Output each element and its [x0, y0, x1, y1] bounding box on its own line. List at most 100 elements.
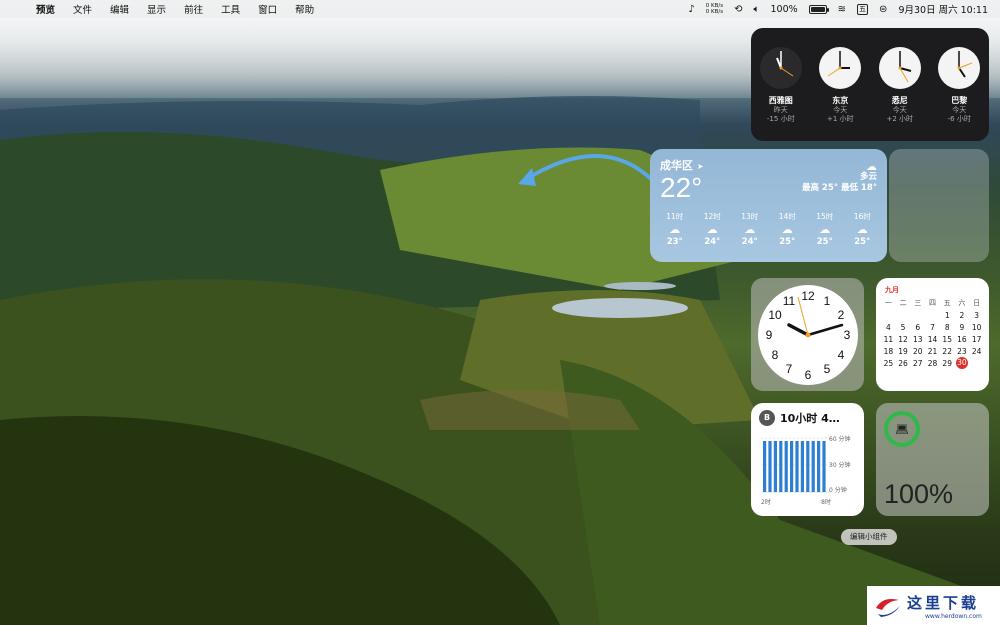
calendar-day[interactable]: 7: [925, 323, 940, 332]
calendar-day[interactable]: 27: [910, 359, 925, 369]
screen-time-bar: [763, 441, 767, 492]
menu-go[interactable]: 前往: [175, 2, 212, 16]
time-machine-icon[interactable]: ⟲: [734, 4, 742, 15]
screen-time-bar: [773, 441, 777, 492]
calendar-day[interactable]: 12: [896, 335, 911, 344]
menu-window[interactable]: 窗口: [249, 2, 286, 16]
calendar-today[interactable]: 30: [955, 357, 968, 369]
world-clock-city: 东京: [832, 96, 849, 105]
calendar-weekday: 一: [884, 299, 892, 307]
calendar-day[interactable]: 13: [910, 335, 925, 344]
calendar-widget[interactable]: 九月 一二三四五六日 1 2 3 4 5 6 7 8 9 10 11 12 13 14 15 16 17 18 19 2…: [876, 278, 989, 391]
drag-arrow: [518, 154, 652, 186]
location-arrow-icon: ➤: [696, 162, 704, 171]
calendar-day[interactable]: 15: [940, 335, 955, 344]
screen-time-bar: [822, 441, 826, 492]
menu-file[interactable]: 文件: [64, 2, 101, 16]
calendar-day[interactable]: 28: [925, 359, 940, 369]
calendar-day[interactable]: 2: [955, 311, 970, 320]
calendar-day[interactable]: 10: [969, 323, 984, 332]
calendar-grid: 一二三四五六日 1 2 3 4 5 6 7 8 9 10 11 12 13 14 15 16 17 18 19 20 21…: [881, 298, 984, 369]
menu-view[interactable]: 显示: [138, 2, 175, 16]
cloud-icon: ☁: [819, 223, 831, 236]
menu-help[interactable]: 帮助: [286, 2, 323, 16]
world-clock-city: 西雅图: [768, 96, 793, 105]
site-watermark: 这里下载 www.herdown.com: [867, 586, 1000, 625]
menu-tools[interactable]: 工具: [212, 2, 249, 16]
hour-temp: 25°: [854, 237, 871, 247]
calendar-day[interactable]: 14: [925, 335, 940, 344]
menu-edit[interactable]: 编辑: [101, 2, 138, 16]
calendar-day[interactable]: 25: [881, 359, 896, 369]
calendar-day[interactable]: 16: [955, 335, 970, 344]
watermark-logo-icon: [876, 598, 900, 617]
calendar-day[interactable]: 9: [955, 323, 970, 332]
cloud-icon: ☁: [669, 223, 681, 236]
cloud-icon: ☁: [781, 223, 793, 236]
calendar-day[interactable]: 19: [896, 347, 911, 356]
volume-icon[interactable]: 🔈︎: [753, 4, 759, 15]
control-center-icon[interactable]: ⊜: [879, 4, 887, 15]
world-clock-day: 今天: [892, 106, 907, 114]
battery-widget-percent: 100%: [884, 479, 954, 509]
calendar-day[interactable]: 22: [940, 347, 955, 356]
hour-temp: 24°: [704, 237, 721, 247]
calendar-weekday: 六: [958, 299, 966, 307]
calendar-day[interactable]: 6: [910, 323, 925, 332]
svg-text:6: 6: [804, 368, 811, 382]
calendar-day[interactable]: 17: [969, 335, 984, 344]
wifi-icon[interactable]: ≋: [838, 4, 846, 15]
calendar-day[interactable]: 20: [910, 347, 925, 356]
y-label: 30 分钟: [829, 461, 851, 469]
weather-hourly: 11时 ☁ 23° 12时 ☁ 24° 13时 ☁ 24° 14时 ☁ 25° …: [656, 211, 881, 247]
world-clock-widget[interactable]: 西雅图 昨天 -15 小时 东京 今天 +1 小时 悉尼 今天 +2 小时 巴黎…: [751, 28, 989, 141]
calendar-day[interactable]: 21: [925, 347, 940, 356]
screen-time-bar: [811, 441, 815, 492]
hour-temp: 24°: [741, 237, 758, 247]
menu-datetime[interactable]: 9月30日 周六 10:11: [898, 2, 988, 16]
cloud-icon: ☁: [744, 223, 756, 236]
svg-text:9: 9: [765, 328, 772, 342]
net-down: 0 KB/s: [705, 9, 724, 15]
weather-widget[interactable]: 成华区 ➤ 22° ☁ 多云 最高 25° 最低 18° 11时 ☁ 23° 1…: [650, 149, 887, 262]
battery-percent[interactable]: 100%: [770, 4, 797, 15]
calendar-day[interactable]: 4: [881, 323, 896, 332]
hour-temp: 25°: [816, 237, 833, 247]
calendar-day[interactable]: 3: [969, 311, 984, 320]
network-speed[interactable]: 0 KB/s 0 KB/s: [706, 3, 723, 15]
input-method-icon[interactable]: 五: [857, 3, 869, 15]
calendar-day: [881, 311, 896, 320]
world-clock-item: 巴黎 今天 -6 小时: [933, 46, 985, 141]
screen-time-widget[interactable]: B 10小时 4… 60 分钟 30 分钟 0 分钟 2时 8时: [751, 403, 864, 516]
avatar: B: [759, 410, 775, 426]
music-note-icon[interactable]: ♪: [688, 4, 694, 15]
calendar-day[interactable]: 5: [896, 323, 911, 332]
calendar-day[interactable]: 23: [955, 347, 970, 356]
calendar-day[interactable]: 8: [940, 323, 955, 332]
menu-app-name[interactable]: 预览: [27, 2, 64, 16]
calendar-day[interactable]: 11: [881, 335, 896, 344]
battery-widget[interactable]: 💻︎ 100%: [876, 403, 989, 516]
edit-widgets-button[interactable]: 编辑小组件: [841, 529, 897, 545]
calendar-day: [896, 311, 911, 320]
world-clock-offset: +1 小时: [826, 115, 854, 123]
calendar-day[interactable]: 26: [896, 359, 911, 369]
widget-drop-placeholder: [889, 149, 989, 262]
calendar-weekday: 二: [899, 299, 907, 307]
calendar-day: [925, 311, 940, 320]
hour-label: 11时: [666, 212, 684, 221]
world-clock-city: 悉尼: [891, 96, 908, 105]
calendar-day[interactable]: 18: [881, 347, 896, 356]
svg-text:2: 2: [837, 308, 844, 322]
weather-hour: 16时 ☁ 25°: [844, 211, 882, 247]
screen-time-total: 10小时 4…: [780, 412, 840, 425]
calendar-day[interactable]: 24: [969, 347, 984, 356]
analog-clock-widget[interactable]: 12 1 2 345 678 9 10 11: [751, 278, 864, 391]
svg-text:4: 4: [837, 348, 844, 362]
cloud-icon: ☁: [856, 223, 868, 236]
calendar-day[interactable]: 29: [940, 359, 955, 369]
calendar-day[interactable]: 1: [940, 311, 955, 320]
screen-time-chart: [761, 437, 831, 493]
calendar-weekday: 五: [943, 299, 951, 307]
battery-icon[interactable]: [808, 4, 829, 14]
